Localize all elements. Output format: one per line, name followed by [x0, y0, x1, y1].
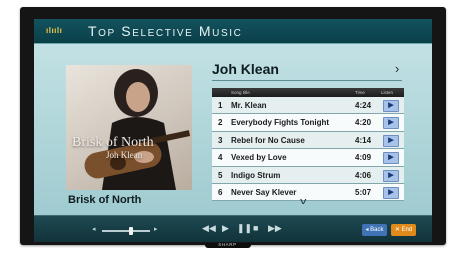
track-title: Vexed by Love — [231, 153, 287, 163]
table-row[interactable]: 5 Indigo Strum 4:06 ▶ — [212, 166, 404, 184]
album-name: Brisk of North — [68, 194, 142, 206]
track-title: Rebel for No Cause — [231, 135, 305, 145]
col-listen: Listen — [381, 90, 394, 95]
chevron-right-icon[interactable]: › — [395, 61, 399, 76]
app-title: Top Selective Music — [88, 23, 243, 39]
table-row[interactable]: 3 Rebel for No Cause 4:14 ▶ — [212, 131, 404, 150]
cover-title: Brisk of North — [72, 135, 154, 150]
speaker-icon[interactable]: ▶ — [383, 169, 399, 182]
brand-label: SHARP — [218, 242, 237, 247]
album-cover[interactable]: Brisk of North Joh Klean — [66, 65, 192, 190]
table-row[interactable]: 2 Everybody Fights Tonight 4:20 ▶ — [212, 114, 404, 132]
track-number: 3 — [218, 135, 223, 145]
track-title: Indigo Strum — [231, 170, 281, 180]
volume-slider-handle[interactable] — [129, 227, 133, 235]
artist-name: Joh Klean — [212, 61, 279, 77]
volume-down-icon[interactable]: ◂ — [92, 225, 96, 233]
pause-button[interactable]: ❚❚ — [237, 223, 252, 234]
volume-slider[interactable] — [102, 230, 150, 232]
track-time: 4:06 — [355, 170, 372, 180]
track-time: 4:24 — [355, 101, 372, 110]
screen: ılıılı Top Selective Music Brisk of Nort… — [34, 19, 432, 242]
stop-button[interactable]: ■ — [253, 223, 258, 233]
table-row[interactable]: 4 Vexed by Love 4:09 ▶ — [212, 149, 404, 167]
divider — [212, 80, 402, 81]
forward-button[interactable]: ▶▶ — [268, 223, 282, 234]
col-time: Time — [355, 90, 365, 95]
table-row[interactable]: 1 Mr. Klean 4:24 ▶ — [212, 97, 404, 115]
track-title: Mr. Klean — [231, 101, 267, 110]
track-time: 4:20 — [355, 118, 372, 128]
app-header: ılıılı Top Selective Music — [34, 19, 432, 44]
player-bar: ◂ ▸ ◀◀ ▶ ❚❚ ■ ▶▶ ◂ Back ✕ End — [34, 215, 432, 242]
track-time: 4:09 — [355, 153, 372, 163]
play-button[interactable]: ▶ — [222, 223, 229, 234]
track-number: 4 — [218, 153, 223, 163]
logo-icon: ılıılı — [46, 26, 63, 35]
speaker-icon[interactable]: ▶ — [383, 134, 399, 147]
album-photo — [84, 69, 191, 190]
table-header: Song title Time Listen — [212, 88, 404, 97]
song-table: Song title Time Listen 1 Mr. Klean 4:24 ▶ 2 E… — [212, 88, 404, 202]
speaker-icon[interactable]: ▶ — [383, 117, 399, 130]
volume-up-icon[interactable]: ▸ — [154, 225, 158, 233]
main-content: Brisk of North Joh Klean Brisk of North … — [34, 44, 432, 215]
track-title: Never Say Klever — [231, 187, 297, 197]
track-title: Everybody Fights Tonight — [231, 118, 330, 128]
rewind-button[interactable]: ◀◀ — [202, 223, 216, 234]
track-time: 4:14 — [355, 135, 372, 145]
chevron-down-icon[interactable]: v — [300, 196, 306, 206]
track-number: 1 — [218, 101, 223, 110]
cover-artist: Joh Klean — [106, 150, 143, 160]
table-body: 1 Mr. Klean 4:24 ▶ 2 Everybody Fights Tonight… — [212, 97, 404, 202]
speaker-icon[interactable]: ▶ — [383, 186, 399, 199]
table-row[interactable]: 6 Never Say Klever 5:07 ▶ — [212, 183, 404, 202]
back-button[interactable]: ◂ Back — [362, 224, 387, 236]
track-number: 2 — [218, 118, 223, 128]
speaker-icon[interactable]: ▶ — [383, 152, 399, 165]
track-number: 6 — [218, 187, 223, 197]
col-song-title: Song title — [231, 90, 250, 95]
end-button[interactable]: ✕ End — [391, 224, 416, 236]
speaker-icon[interactable]: ▶ — [383, 100, 399, 112]
track-number: 5 — [218, 170, 223, 180]
track-time: 5:07 — [355, 187, 372, 197]
